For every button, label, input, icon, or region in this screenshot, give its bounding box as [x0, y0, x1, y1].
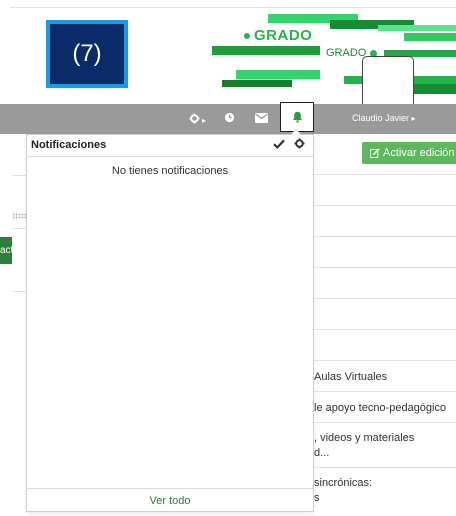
user-caret-icon: ▸	[411, 114, 416, 123]
notifications-popover: Notificaciones No tienes notificaciones …	[26, 134, 314, 512]
right-divider	[314, 329, 456, 330]
activar-edicion-label: Activar edición	[383, 147, 455, 159]
popover-title: Notificaciones	[31, 139, 107, 151]
mark-all-read-button[interactable]	[273, 138, 285, 152]
course-link-apoyo[interactable]: le apoyo tecno-pedagógico	[314, 402, 446, 414]
site-banner: (7) GRADO GRADO	[0, 0, 456, 108]
course-link-videos-cont: d...	[314, 447, 330, 459]
gear-icon	[294, 138, 305, 149]
empty-notifications-text: No tienes notificaciones	[111, 165, 229, 177]
left-action-button[interactable]: acti	[0, 237, 12, 264]
notification-preferences-button[interactable]	[294, 138, 305, 152]
clock-icon	[224, 112, 235, 123]
course-link-sincronicas-cont: s	[314, 492, 320, 504]
popover-footer: Ver todo	[27, 488, 313, 512]
right-divider	[314, 298, 456, 299]
user-name: Claudio Javier	[352, 113, 410, 123]
right-divider	[314, 267, 456, 268]
bell-icon	[292, 111, 302, 123]
right-divider	[314, 236, 456, 237]
course-link-sincronicas[interactable]: sincrónicas:	[314, 477, 372, 489]
grado-logo-large: GRADO	[244, 27, 312, 44]
logo-dot-icon	[244, 33, 250, 40]
right-divider	[314, 205, 456, 206]
banner-divider	[10, 7, 456, 8]
edit-icon	[370, 148, 380, 158]
notifications-button[interactable]	[280, 102, 314, 132]
count-badge-text: (7)	[72, 40, 102, 67]
messages-button[interactable]	[255, 111, 268, 127]
gear-caret-icon: ▸	[202, 116, 207, 125]
user-menu[interactable]: Claudio Javier ▸	[352, 113, 416, 123]
drag-handle-icon[interactable]	[12, 213, 26, 219]
avatar-placeholder[interactable]	[362, 56, 414, 108]
right-divider	[314, 422, 456, 423]
popover-header: Notificaciones	[27, 135, 313, 157]
right-divider	[314, 391, 456, 392]
see-all-link[interactable]: Ver todo	[27, 495, 313, 507]
gear-icon	[189, 113, 200, 124]
right-divider	[314, 174, 456, 175]
gear-menu[interactable]: ▸	[189, 111, 206, 129]
activar-edicion-button[interactable]: Activar edición	[362, 142, 456, 164]
right-divider	[314, 360, 456, 361]
count-badge: (7)	[46, 20, 128, 88]
right-divider	[314, 467, 456, 468]
left-action-fragment: acti	[0, 245, 12, 256]
course-link-aulas[interactable]: Aulas Virtuales	[314, 371, 387, 383]
popover-arrow-inner	[291, 130, 301, 135]
course-link-videos[interactable]: , videos y materiales	[314, 432, 414, 444]
envelope-icon	[255, 113, 268, 123]
check-icon	[273, 139, 285, 149]
clock-button[interactable]	[224, 111, 235, 127]
